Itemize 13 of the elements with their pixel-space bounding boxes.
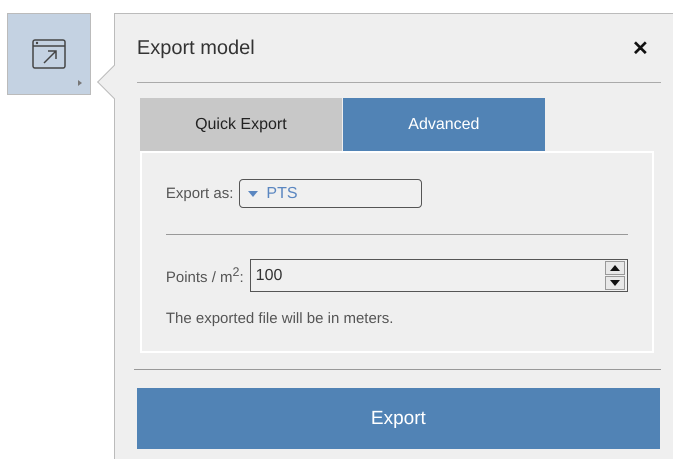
- corner-triangle-icon: [78, 80, 82, 86]
- tab[interactable]: Advanced: [342, 98, 545, 151]
- points-label: Points / m$^{2}$:: [166, 265, 244, 286]
- tab[interactable]: Quick Export: [140, 98, 342, 151]
- dropdown-caret-icon: [248, 190, 258, 196]
- spinner-arrows-icon: [604, 261, 625, 290]
- export-as-label: Export as:: [166, 185, 234, 202]
- export-tool-button[interactable]: [7, 13, 91, 95]
- units-note: The exported file will be in meters.: [166, 310, 394, 327]
- close-button[interactable]: ✕: [632, 36, 661, 60]
- export-button[interactable]: Export: [136, 388, 660, 449]
- dialog-title: Export model: [136, 36, 255, 60]
- points-spinbox[interactable]: 100: [250, 259, 628, 292]
